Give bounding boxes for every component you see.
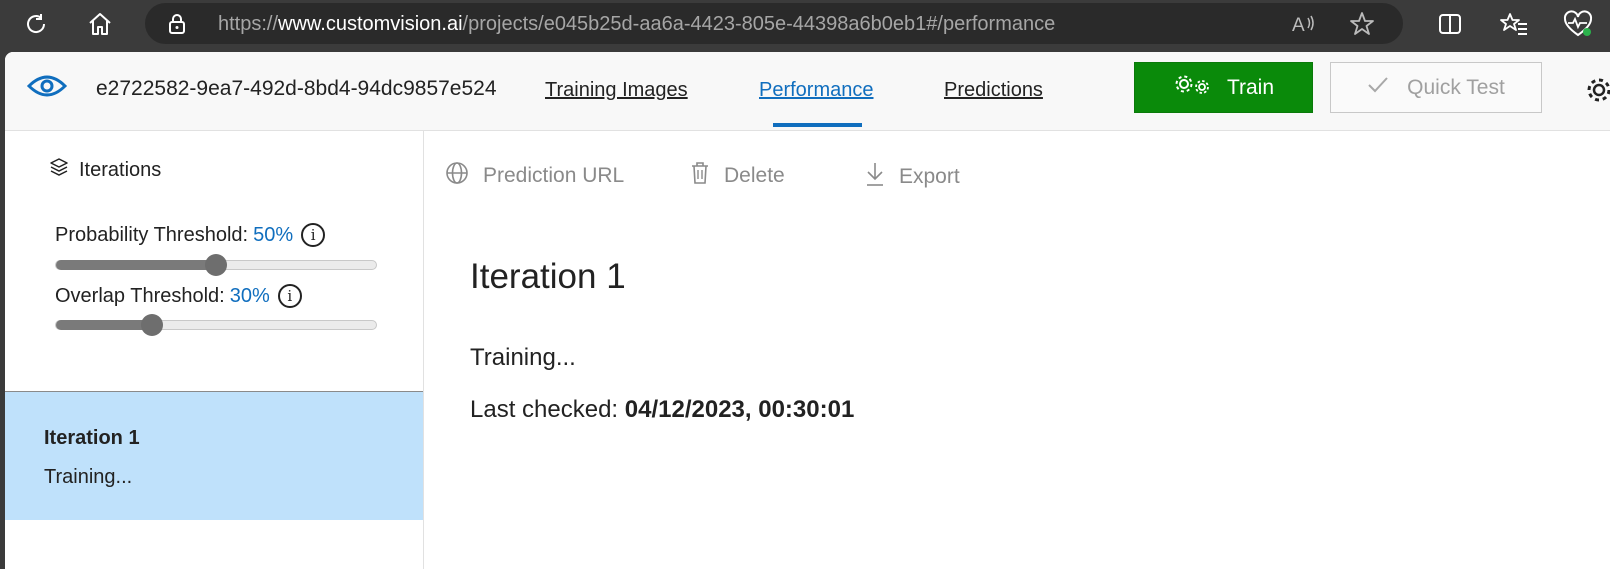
slider-thumb[interactable]	[141, 314, 163, 336]
checkmark-icon	[1367, 75, 1389, 101]
app-header: e2722582-9ea7-492d-8bd4-94dc9857e524 Tra…	[5, 52, 1610, 131]
url-text: https://www.customvision.ai/projects/e04…	[218, 13, 1056, 35]
download-icon	[865, 161, 885, 193]
overlap-threshold-slider[interactable]	[55, 314, 377, 336]
train-button[interactable]: Train	[1134, 62, 1313, 113]
globe-icon	[445, 161, 469, 191]
slider-thumb[interactable]	[205, 254, 227, 276]
info-icon[interactable]: i	[277, 284, 302, 308]
browser-toolbar: https://www.customvision.ai/projects/e04…	[0, 0, 1610, 48]
lock-icon	[167, 13, 187, 40]
trash-icon	[690, 161, 710, 191]
last-checked-timestamp: 04/12/2023, 00:30:01	[624, 396, 855, 423]
delete-label: Delete	[724, 164, 785, 187]
refresh-icon[interactable]	[18, 6, 54, 42]
export-button[interactable]: Export	[865, 161, 960, 193]
slider-fill	[56, 260, 216, 270]
tab-training-images[interactable]: Training Images	[545, 79, 688, 102]
favorites-icon[interactable]	[1496, 6, 1532, 42]
svg-text:A: A	[1292, 15, 1305, 36]
home-icon[interactable]	[82, 6, 118, 42]
iteration-list-item[interactable]: Iteration 1 Training...	[5, 392, 423, 520]
eye-logo-icon[interactable]	[26, 72, 68, 105]
health-icon[interactable]	[1560, 6, 1596, 42]
active-tab-indicator	[773, 123, 862, 127]
layers-icon	[49, 157, 69, 183]
last-checked-label: Last checked:	[470, 396, 619, 423]
read-aloud-icon[interactable]: A	[1291, 12, 1317, 41]
custom-vision-app: e2722582-9ea7-492d-8bd4-94dc9857e524 Tra…	[5, 52, 1610, 569]
info-icon[interactable]: i	[301, 223, 326, 247]
overlap-threshold-value: 30%	[229, 284, 270, 307]
iteration-name: Iteration 1	[44, 427, 140, 449]
iteration-status: Training...	[44, 466, 133, 488]
last-checked: Last checked: 04/12/2023, 00:30:01	[470, 396, 854, 424]
favorite-star-icon[interactable]	[1349, 11, 1375, 42]
tab-predictions[interactable]: Predictions	[944, 79, 1043, 102]
iterations-title: Iterations	[79, 158, 162, 181]
tab-performance[interactable]: Performance	[759, 79, 874, 102]
iterations-panel: Iterations Probability Threshold: 50% i …	[5, 131, 424, 569]
probability-threshold-slider[interactable]	[55, 254, 377, 276]
train-label: Train	[1226, 75, 1275, 99]
settings-gear-icon[interactable]	[1585, 76, 1610, 109]
iterations-header: Iterations	[49, 157, 161, 183]
prediction-url-button[interactable]: Prediction URL	[445, 161, 624, 191]
overlap-threshold-label: Overlap Threshold: 30% i	[55, 284, 302, 308]
quick-test-button[interactable]: Quick Test	[1330, 62, 1542, 113]
iteration-title: Iteration 1	[470, 257, 626, 296]
project-id: e2722582-9ea7-492d-8bd4-94dc9857e524	[96, 77, 497, 100]
slider-fill	[56, 320, 152, 330]
probability-threshold-value: 50%	[253, 223, 294, 246]
probability-threshold-label: Probability Threshold: 50% i	[55, 223, 326, 247]
export-label: Export	[899, 165, 960, 188]
prediction-url-label: Prediction URL	[483, 164, 625, 187]
gears-icon	[1173, 73, 1213, 103]
training-status: Training...	[470, 344, 576, 371]
split-screen-icon[interactable]	[1432, 6, 1468, 42]
quick-test-label: Quick Test	[1407, 75, 1505, 99]
address-bar[interactable]: https://www.customvision.ai/projects/e04…	[145, 3, 1403, 44]
delete-button[interactable]: Delete	[690, 161, 785, 191]
